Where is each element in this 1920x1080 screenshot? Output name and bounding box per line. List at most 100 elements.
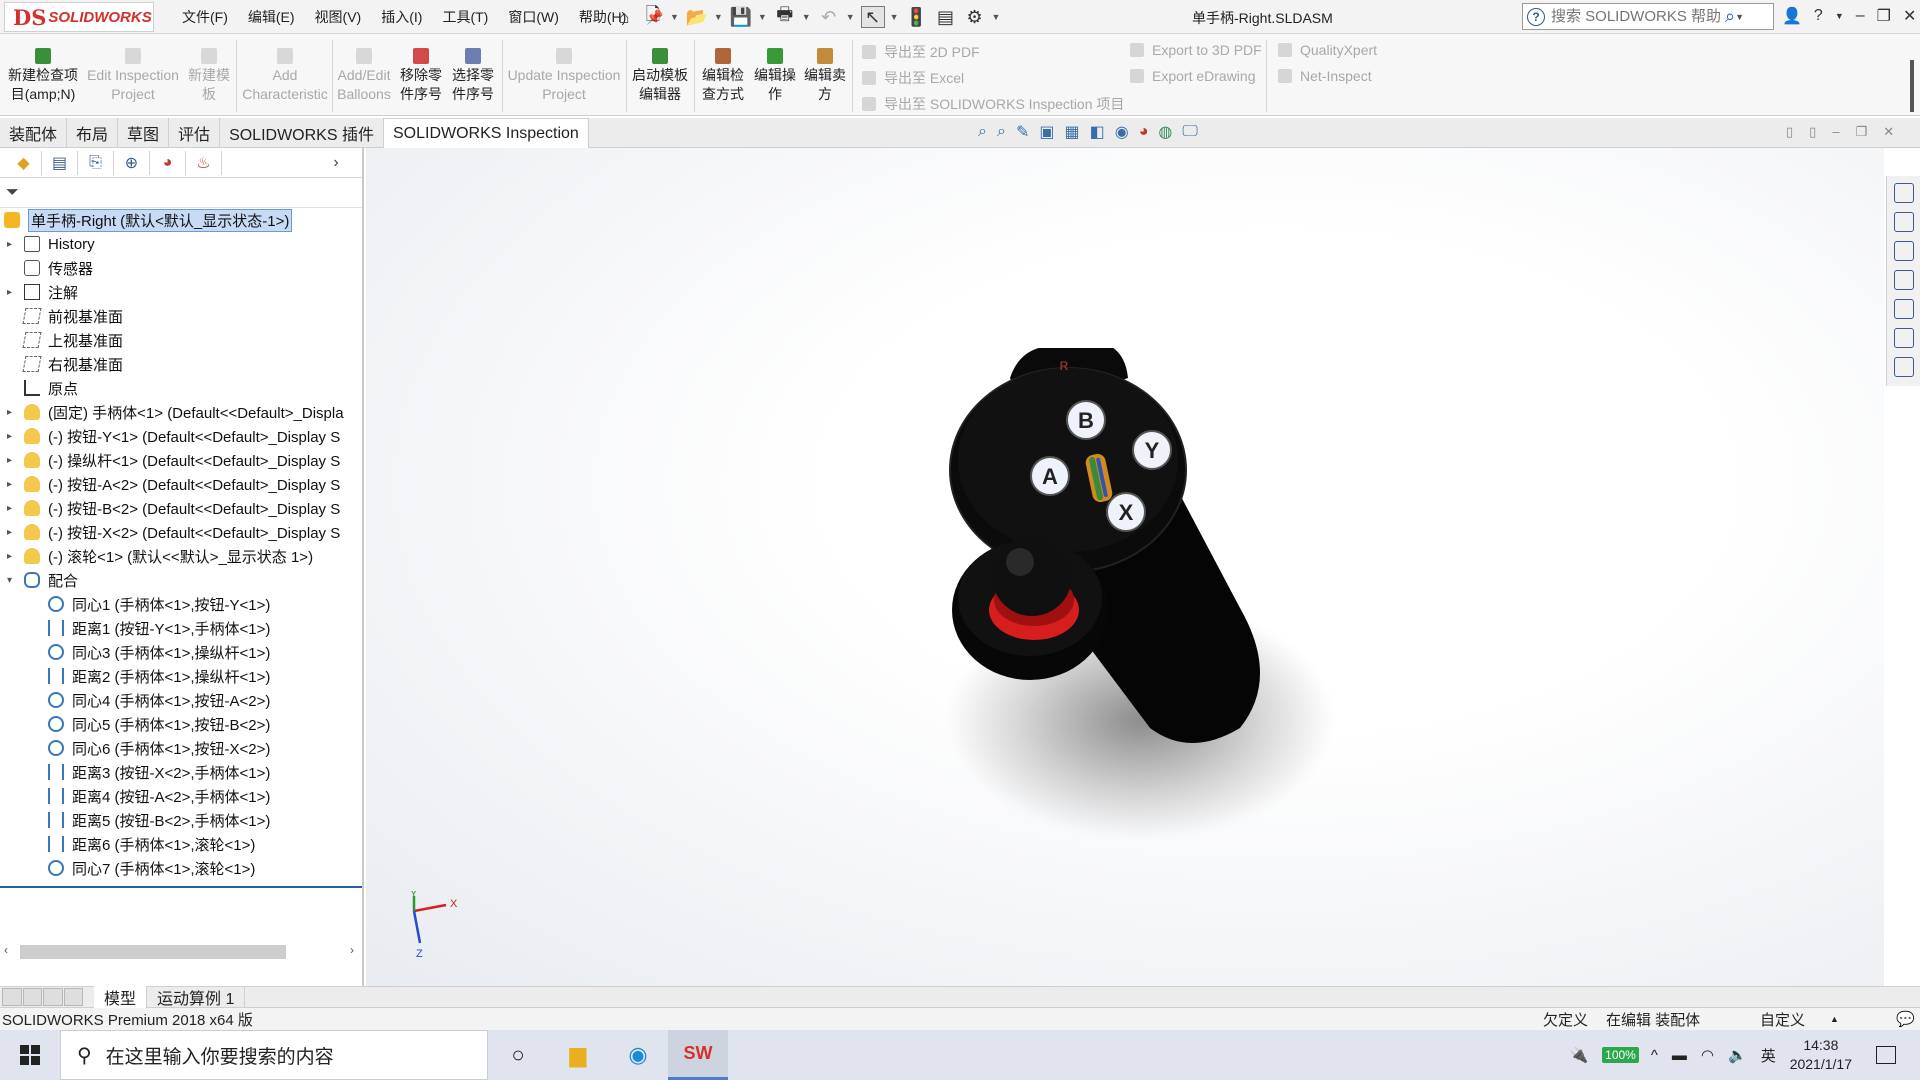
chevron-down-icon[interactable]: ▼ xyxy=(1835,11,1844,21)
collapse-arrow-icon[interactable]: ▾ xyxy=(7,575,12,586)
minimize-icon[interactable]: – xyxy=(1856,7,1865,25)
property-manager-tab-icon[interactable]: ▤ xyxy=(42,150,78,175)
display-manager-tab-icon[interactable]: ◕ xyxy=(150,150,186,175)
select-part-number-button[interactable]: 选择零件序号 xyxy=(450,48,496,104)
menu-file[interactable]: 文件(F) xyxy=(182,7,228,27)
undo-icon[interactable]: ↶ xyxy=(817,6,841,28)
tab-assembly[interactable]: 装配体 xyxy=(0,118,68,148)
wifi-icon[interactable]: ◠ xyxy=(1701,1046,1714,1064)
dimxpert-tab-icon[interactable]: ⊕ xyxy=(114,150,150,175)
chevron-up-icon[interactable]: ^ xyxy=(1651,1047,1658,1064)
expand-arrow-icon[interactable]: ▸ xyxy=(7,479,12,490)
tree-item[interactable]: ▸ History xyxy=(0,232,362,256)
tree-item[interactable]: ▸ (-) 按钮-A<2> (Default<<Default>_Display … xyxy=(0,472,362,496)
tree-item[interactable]: ▸ 注解 xyxy=(0,280,362,304)
home-icon[interactable] xyxy=(1893,183,1914,203)
last-tab-icon[interactable] xyxy=(63,988,83,1006)
file-explorer-icon[interactable] xyxy=(1893,241,1914,261)
tab-evaluate[interactable]: 评估 xyxy=(169,118,221,148)
tree-item[interactable]: ▸ (-) 按钮-B<2> (Default<<Default>_Display … xyxy=(0,496,362,520)
home-icon[interactable]: ⌂ xyxy=(612,6,636,28)
mate-item[interactable]: 距离6 (手柄体<1>,滚轮<1>) xyxy=(0,832,362,856)
menu-tools[interactable]: 工具(T) xyxy=(442,7,488,27)
add-characteristic-button[interactable]: Add Characteristic xyxy=(240,48,330,104)
custom-properties-icon[interactable] xyxy=(1893,328,1914,348)
expand-arrow-icon[interactable]: ▸ xyxy=(7,431,12,442)
mate-item[interactable]: 同心5 (手柄体<1>,按钮-B<2>) xyxy=(0,712,362,736)
appearances-icon[interactable] xyxy=(1893,299,1914,319)
export-edrawing-button[interactable]: Export eDrawing xyxy=(1130,68,1256,84)
gear-icon[interactable]: ⚙ xyxy=(963,6,987,28)
open-folder-icon[interactable]: 📂 xyxy=(685,6,709,28)
filter-icon[interactable]: ⏷ xyxy=(6,184,19,202)
close-icon[interactable]: ✕ xyxy=(1903,6,1916,26)
display-style-icon[interactable]: ◧ xyxy=(1090,122,1105,142)
view-orientation-icon[interactable]: ▦ xyxy=(1064,122,1079,142)
mate-item[interactable]: 同心3 (手柄体<1>,操纵杆<1>) xyxy=(0,640,362,664)
edit-inspection-project-button[interactable]: Edit Inspection Project xyxy=(86,48,180,104)
mate-item[interactable]: 同心7 (手柄体<1>,滚轮<1>) xyxy=(0,856,362,880)
search-icon[interactable]: ⌕ xyxy=(1725,6,1735,27)
tab-motion-study[interactable]: 运动算例 1 xyxy=(147,986,246,1008)
chevron-up-icon[interactable]: ▲ xyxy=(1830,1014,1839,1024)
edit-operation-button[interactable]: 编辑操作 xyxy=(752,48,798,104)
button-b[interactable]: B xyxy=(1066,400,1106,440)
edit-inspection-method-button[interactable]: 编辑检查方式 xyxy=(698,48,748,104)
help-menu-icon[interactable]: ? xyxy=(1814,7,1823,25)
chevron-right-icon[interactable]: › xyxy=(318,151,354,175)
section-view-icon[interactable]: ▣ xyxy=(1039,122,1054,142)
notification-icon[interactable] xyxy=(1876,1046,1896,1064)
prev-tab-icon[interactable] xyxy=(22,988,42,1006)
tab-sketch[interactable]: 草图 xyxy=(118,118,170,148)
zoom-to-fit-icon[interactable]: ⌕ xyxy=(978,123,987,141)
taskbar-search[interactable]: ⚲ 在这里输入你要搜索的内容 xyxy=(60,1030,488,1080)
tree-item[interactable]: 上视基准面 xyxy=(0,328,362,352)
expand-arrow-icon[interactable]: ▸ xyxy=(7,527,12,538)
help-search-input[interactable] xyxy=(1551,8,1721,25)
mate-item[interactable]: 同心1 (手柄体<1>,按钮-Y<1>) xyxy=(0,592,362,616)
scroll-right-icon[interactable]: › xyxy=(350,943,354,957)
button-a[interactable]: A xyxy=(1030,456,1070,496)
chevron-down-icon[interactable]: ▼ xyxy=(846,12,855,22)
minimize-icon[interactable]: – xyxy=(1832,124,1839,140)
mate-item[interactable]: 距离2 (手柄体<1>,操纵杆<1>) xyxy=(0,664,362,688)
print-icon[interactable]: 🖶 xyxy=(773,4,797,28)
mate-item[interactable]: 同心4 (手柄体<1>,按钮-A<2>) xyxy=(0,688,362,712)
export-excel-button[interactable]: 导出至 Excel xyxy=(862,68,964,88)
volume-icon[interactable]: 🔈 xyxy=(1728,1046,1747,1064)
traffic-light-icon[interactable]: 🚦 xyxy=(905,6,929,28)
user-icon[interactable]: 👤 xyxy=(1782,6,1802,26)
view-palette-icon[interactable] xyxy=(1893,270,1914,290)
configuration-manager-tab-icon[interactable]: ⎘ xyxy=(78,150,114,175)
file-properties-icon[interactable]: ▤ xyxy=(934,6,958,28)
view-settings-icon[interactable]: 🖵 xyxy=(1182,123,1197,141)
launch-template-editor-button[interactable]: 启动模板编辑器 xyxy=(630,48,690,104)
chevron-down-icon[interactable]: ▼ xyxy=(670,12,679,22)
save-icon[interactable]: 💾 xyxy=(729,6,753,28)
inspection-manager-tab-icon[interactable]: ♨ xyxy=(186,150,222,175)
tree-item[interactable]: 传感器 xyxy=(0,256,362,280)
clock[interactable]: 14:38 2021/1/17 xyxy=(1790,1036,1852,1074)
chevron-down-icon[interactable]: ▼ xyxy=(992,12,1001,22)
expand-arrow-icon[interactable]: ▸ xyxy=(7,407,12,418)
tree-item[interactable]: 原点 xyxy=(0,376,362,400)
button-y[interactable]: Y xyxy=(1132,430,1172,470)
ime-indicator[interactable]: 英 xyxy=(1761,1045,1776,1066)
expand-arrow-icon[interactable]: ▸ xyxy=(7,239,12,250)
expand-arrow-icon[interactable]: ▸ xyxy=(7,455,12,466)
tree-item[interactable]: 右视基准面 xyxy=(0,352,362,376)
tree-item[interactable]: ▸ (-) 按钮-Y<1> (Default<<Default>_Display … xyxy=(0,424,362,448)
design-library-icon[interactable] xyxy=(1893,212,1914,232)
tile-right-icon[interactable]: ▯ xyxy=(1809,124,1816,140)
expand-arrow-icon[interactable]: ▸ xyxy=(7,503,12,514)
menu-edit[interactable]: 编辑(E) xyxy=(248,7,295,27)
close-icon[interactable]: ✕ xyxy=(1883,124,1894,140)
mate-item[interactable]: 距离4 (按钮-A<2>,手柄体<1>) xyxy=(0,784,362,808)
tree-item[interactable]: ▾ 配合 xyxy=(0,568,362,592)
edit-appearance-icon[interactable]: ◕ xyxy=(1139,123,1149,141)
expand-arrow-icon[interactable]: ▸ xyxy=(7,287,12,298)
chevron-down-icon[interactable]: ▼ xyxy=(1735,12,1744,22)
restore-icon[interactable]: ❐ xyxy=(1856,124,1868,140)
next-tab-icon[interactable] xyxy=(43,988,63,1006)
button-x[interactable]: X xyxy=(1106,492,1146,532)
